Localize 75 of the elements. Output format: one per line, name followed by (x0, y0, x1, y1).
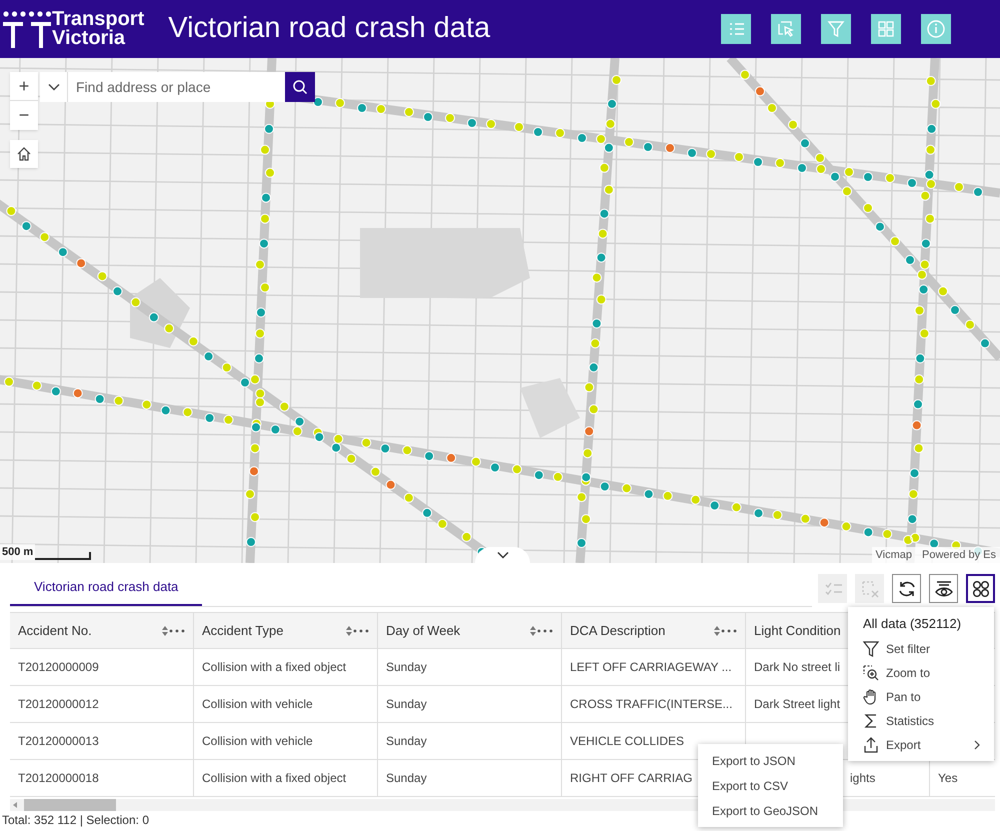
table-cell-text: ights (850, 770, 876, 787)
table-cell-text: LEFT OFF CARRIAGEWAY ... (570, 659, 732, 676)
more-icon[interactable] (721, 628, 737, 632)
scale-label: 500 m (0, 544, 36, 560)
column-header[interactable]: Accident Type (194, 613, 378, 648)
table-cell-text: Collision with vehicle (202, 733, 313, 750)
table-cell-text: CROSS TRAFFIC(INTERSE... (570, 696, 732, 713)
table-cell-text: Sunday (386, 733, 427, 750)
attribution-text: Powered by Es (922, 548, 996, 562)
table-cell-text: Yes (938, 770, 958, 787)
chevron-right-icon (974, 740, 980, 750)
sort-icon[interactable] (713, 624, 721, 636)
zoom-out-button[interactable]: − (10, 101, 38, 130)
search-icon (292, 79, 308, 95)
table-cell-text: Collision with a fixed object (202, 659, 346, 676)
column-title: DCA Description (570, 622, 666, 640)
home-icon (16, 146, 32, 162)
more-icon[interactable] (353, 628, 369, 632)
menu-item[interactable]: Export (848, 732, 994, 756)
menu-item[interactable]: Export to CSV (698, 773, 843, 798)
scale-bar (35, 552, 92, 560)
clear-selection-icon (860, 578, 880, 598)
column-header[interactable]: Accident No. (10, 613, 194, 648)
column-title: Day of Week (386, 622, 460, 640)
transport-logo-icon (2, 10, 52, 48)
search-button[interactable] (285, 72, 315, 102)
sort-icon[interactable] (161, 624, 169, 636)
column-title: Light Condition (754, 622, 841, 640)
table-tab[interactable]: Victorian road crash data (10, 569, 202, 606)
table-cell-text: Collision with vehicle (202, 696, 313, 713)
four-circles-icon (970, 578, 990, 598)
home-button[interactable] (10, 140, 38, 168)
column-header[interactable]: Day of Week (378, 613, 562, 648)
table-tool-button[interactable] (929, 574, 958, 603)
column-title: Accident Type (202, 622, 284, 640)
table-cell-text: T20120000018 (18, 770, 99, 787)
table-cell-text: Collision with a fixed object (202, 770, 346, 787)
table-cell-text: T20120000012 (18, 696, 99, 713)
search-field[interactable]: Find address or place (68, 72, 285, 102)
table-cell-text: Sunday (386, 696, 427, 713)
table-cell-text: Dark Street light (754, 696, 840, 713)
source-dropdown[interactable] (40, 72, 68, 102)
scrollbar-thumb[interactable] (24, 799, 116, 811)
table-cell-text: T20120000013 (18, 733, 99, 750)
eye-icon (934, 578, 954, 598)
table-tool-button[interactable] (892, 574, 921, 603)
table-cell-text: RIGHT OFF CARRIAG (570, 770, 692, 787)
attribution-text: Vicmap (876, 548, 912, 562)
sort-icon[interactable] (529, 624, 537, 636)
menu-item[interactable]: Statistics (848, 708, 994, 732)
brand-text: Victoria (52, 29, 126, 48)
export-icon (862, 736, 880, 754)
table-tool-button[interactable] (966, 574, 995, 603)
table-cell-text: Sunday (386, 770, 427, 787)
column-title: Accident No. (18, 622, 92, 640)
zoom-in-button[interactable]: + (10, 72, 38, 101)
menu-item[interactable]: Zoom to (848, 660, 994, 684)
menu-item[interactable]: Export to GeoJSON (698, 798, 843, 823)
column-header[interactable]: DCA Description (562, 613, 746, 648)
filter-icon (862, 640, 880, 658)
table-cell-text: VEHICLE COLLIDES (570, 733, 684, 750)
menu-item[interactable]: Pan to (848, 684, 994, 708)
table-cell-text: Dark No street li (754, 659, 840, 676)
status-text: Total: 352 112 | Selection: 0 (1, 813, 150, 827)
more-icon[interactable] (537, 628, 553, 632)
zoom-to-icon (862, 664, 880, 682)
table-cell-text: T20120000009 (18, 659, 99, 676)
brand-text: Transport (52, 10, 144, 29)
caret-icon (48, 83, 60, 91)
more-icon[interactable] (169, 628, 185, 632)
sort-icon[interactable] (345, 624, 353, 636)
chevron-down-icon (496, 551, 508, 559)
app-title: Victorian road crash data (168, 11, 492, 46)
menu-item[interactable]: Export to JSON (698, 748, 843, 773)
table-cell-text: Sunday (386, 659, 427, 676)
